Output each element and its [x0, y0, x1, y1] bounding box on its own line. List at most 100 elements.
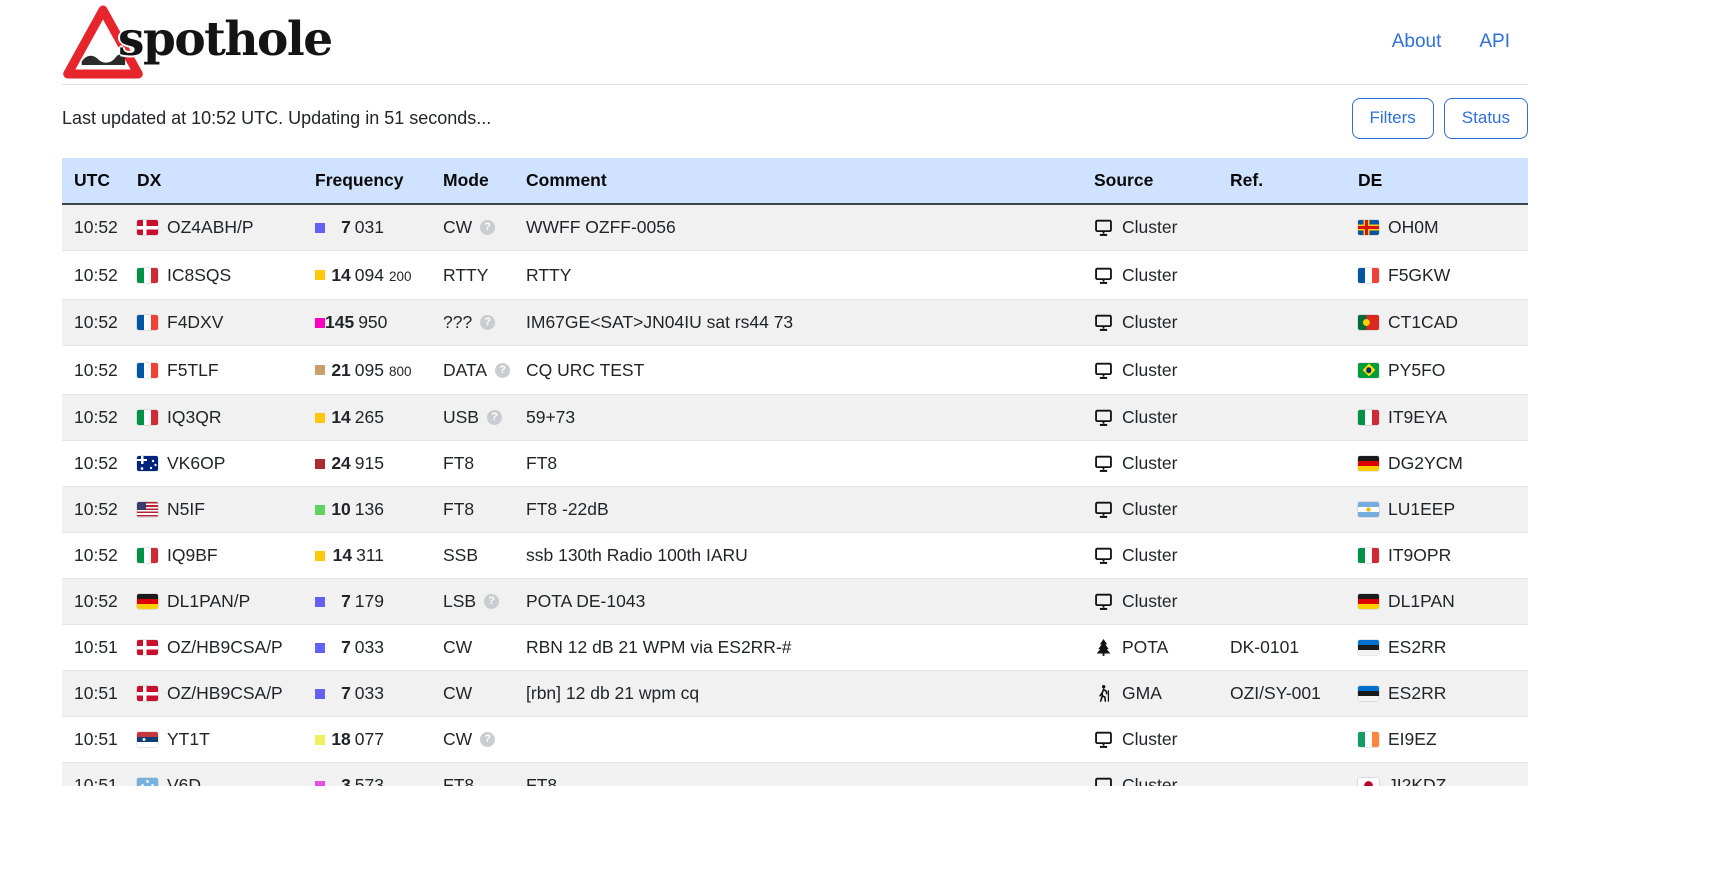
spot-de-cell: LU1EEP	[1348, 487, 1528, 533]
status-bar: Last updated at 10:52 UTC. Updating in 5…	[62, 98, 1528, 139]
mode-help-icon[interactable]: ?	[487, 410, 502, 425]
spot-source-label: Cluster	[1122, 728, 1177, 751]
spot-de-cell: IT9EYA	[1348, 395, 1528, 441]
spot-utc-cell: 10:52	[62, 579, 127, 625]
frequency-mhz: 10	[331, 499, 350, 519]
frequency-mhz: 7	[341, 591, 351, 611]
dx-callsign[interactable]: OZ4ABH/P	[167, 216, 254, 239]
dx-callsign[interactable]: IQ9BF	[167, 544, 218, 567]
spot-de-cell: F5GKW	[1348, 251, 1528, 300]
spot-source-label: Cluster	[1122, 359, 1177, 382]
spot-mode: RTTY	[443, 264, 488, 287]
frequency-khz: 265	[355, 407, 384, 427]
spot-de-cell: ES2RR	[1348, 671, 1528, 717]
band-marker-icon	[315, 365, 325, 375]
spot-source-cell: Cluster	[1084, 717, 1220, 763]
spot-mode-cell: USB ?	[433, 395, 516, 441]
spot-utc-cell: 10:51	[62, 625, 127, 671]
spot-mode: CW	[443, 682, 472, 705]
status-button[interactable]: Status	[1444, 98, 1528, 139]
nav-about-link[interactable]: About	[1392, 31, 1442, 53]
frequency-mhz: 7	[341, 637, 351, 657]
de-country-flag-icon	[1358, 268, 1379, 283]
dx-country-flag-icon	[137, 456, 158, 471]
mode-help-icon[interactable]: ?	[484, 594, 499, 609]
spot-frequency-cell: 24915	[305, 441, 433, 487]
de-callsign[interactable]: F5GKW	[1388, 264, 1450, 287]
dx-callsign[interactable]: OZ/HB9CSA/P	[167, 682, 283, 705]
dx-callsign[interactable]: DL1PAN/P	[167, 590, 250, 613]
spot-row: 10:52 IC8SQS 14094 200 RTTY RTTY	[62, 251, 1528, 300]
band-marker-icon	[315, 223, 325, 233]
spot-mode-cell: DATA ?	[433, 346, 516, 395]
spot-comment: WWFF OZFF-0056	[516, 204, 1084, 251]
spot-utc-cell: 10:51	[62, 763, 127, 787]
de-callsign[interactable]: CT1CAD	[1388, 311, 1458, 334]
spot-source-label: Cluster	[1122, 544, 1177, 567]
spot-frequency: 14094	[325, 264, 384, 287]
mode-help-icon[interactable]: ?	[495, 363, 510, 378]
spot-source-cell: Cluster	[1084, 251, 1220, 300]
band-marker-icon	[315, 413, 325, 423]
spot-dx-cell: VK6OP	[127, 441, 305, 487]
de-callsign[interactable]: JI2KDZ	[1388, 774, 1446, 786]
mode-help-icon[interactable]: ?	[480, 220, 495, 235]
spot-frequency: 145950	[325, 311, 387, 334]
frequency-hz	[392, 321, 426, 324]
dx-callsign[interactable]: VK6OP	[167, 452, 225, 475]
spot-row: 10:51 OZ/HB9CSA/P 7033 CW [rbn] 12 db 21…	[62, 671, 1528, 717]
dx-callsign[interactable]: IQ3QR	[167, 406, 221, 429]
spot-utc: 10:52	[74, 545, 118, 565]
mode-help-icon[interactable]: ?	[480, 732, 495, 747]
mode-help-icon[interactable]: ?	[480, 315, 495, 330]
dx-callsign[interactable]: IC8SQS	[167, 264, 231, 287]
frequency-khz: 031	[355, 217, 384, 237]
dx-callsign[interactable]: OZ/HB9CSA/P	[167, 636, 283, 659]
spot-mode: DATA	[443, 359, 487, 382]
frequency-mhz: 14	[333, 545, 352, 565]
spot-frequency: 7179	[325, 590, 384, 613]
nav-api-link[interactable]: API	[1479, 31, 1510, 53]
de-callsign[interactable]: DG2YCM	[1388, 452, 1463, 475]
dx-callsign[interactable]: F5TLF	[167, 359, 219, 382]
spot-ref	[1220, 346, 1348, 395]
last-updated-text: Last updated at 10:52 UTC. Updating in 5…	[62, 108, 491, 129]
spot-mode: CW	[443, 216, 472, 239]
spot-utc-cell: 10:52	[62, 533, 127, 579]
cluster-monitor-icon	[1094, 454, 1113, 473]
de-callsign[interactable]: LU1EEP	[1388, 498, 1455, 521]
spot-utc-cell: 10:52	[62, 204, 127, 251]
table-header-row: UTC DX Frequency Mode Comment Source Ref…	[62, 158, 1528, 204]
spot-mode: LSB	[443, 590, 476, 613]
de-callsign[interactable]: IT9EYA	[1388, 406, 1447, 429]
de-callsign[interactable]: IT9OPR	[1388, 544, 1451, 567]
spot-de-cell: DG2YCM	[1348, 441, 1528, 487]
de-callsign[interactable]: ES2RR	[1388, 682, 1446, 705]
frequency-khz: 033	[355, 683, 384, 703]
spot-utc: 10:51	[74, 775, 118, 786]
dx-callsign[interactable]: YT1T	[167, 728, 210, 751]
dx-callsign[interactable]: N5IF	[167, 498, 205, 521]
spot-de-cell: CT1CAD	[1348, 300, 1528, 346]
frequency-khz: 094	[355, 265, 384, 285]
spot-comment: FT8	[516, 763, 1084, 787]
de-callsign[interactable]: OH0M	[1388, 216, 1439, 239]
spot-mode: SSB	[443, 544, 478, 567]
spot-dx-cell: N5IF	[127, 487, 305, 533]
de-callsign[interactable]: ES2RR	[1388, 636, 1446, 659]
dx-callsign[interactable]: V6D	[167, 774, 201, 786]
spot-ref	[1220, 579, 1348, 625]
de-callsign[interactable]: PY5FO	[1388, 359, 1445, 382]
frequency-mhz: 7	[341, 683, 351, 703]
filters-button[interactable]: Filters	[1352, 98, 1434, 139]
dx-country-flag-icon	[137, 268, 158, 283]
dx-country-flag-icon	[137, 594, 158, 609]
brand-logo[interactable]: spothole	[62, 2, 332, 82]
spot-source-label: Cluster	[1122, 452, 1177, 475]
frequency-hz	[389, 554, 423, 557]
dx-callsign[interactable]: F4DXV	[167, 311, 223, 334]
de-callsign[interactable]: DL1PAN	[1388, 590, 1455, 613]
spot-source-label: GMA	[1122, 682, 1162, 705]
de-callsign[interactable]: EI9EZ	[1388, 728, 1437, 751]
frequency-khz: 095	[355, 360, 384, 380]
